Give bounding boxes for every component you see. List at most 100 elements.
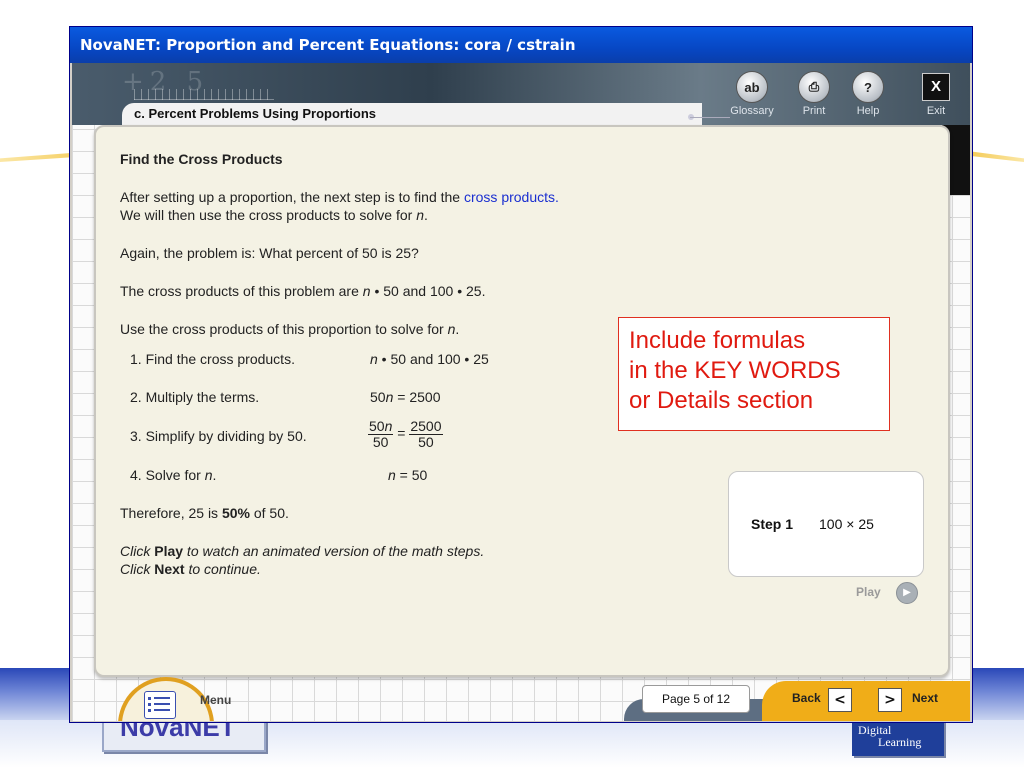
step-2-label: 2. Multiply the terms. xyxy=(130,389,260,405)
paragraph-cross-products: The cross products of this problem are n… xyxy=(120,283,485,299)
fraction-right-numerator: 2500 xyxy=(409,418,443,435)
step-1-label: 1. Find the cross products. xyxy=(130,351,295,367)
print-icon: ⎙ xyxy=(798,71,830,103)
instruction-play: Click Play to watch an animated version … xyxy=(120,543,484,559)
conclusion: Therefore, 25 is 50% of 50. xyxy=(120,505,289,521)
conclusion-answer: 50% xyxy=(221,505,250,521)
step-1-expression: n • 50 and 100 • 25 xyxy=(370,351,489,367)
cross-products-link[interactable]: cross products. xyxy=(464,189,559,205)
paragraph-use-end: . xyxy=(455,321,460,337)
header-line-decoration xyxy=(690,117,730,118)
lesson-app: +2 5 c. Percent Problems Using Proportio… xyxy=(72,63,970,721)
step-animation-panel: Step 1 100 × 25 xyxy=(728,471,924,577)
exit-label: Exit xyxy=(926,105,946,117)
step-4-label: 4. Solve for n. xyxy=(130,467,216,483)
lesson-title: c. Percent Problems Using Proportions xyxy=(134,106,376,121)
next-arrow-icon[interactable]: > xyxy=(878,688,902,712)
fraction-right: 2500 50 xyxy=(409,418,443,450)
help-icon: ? xyxy=(852,71,884,103)
menu-list-icon-bullet xyxy=(148,709,151,712)
variable-n: n xyxy=(370,351,378,367)
annotation-line-1: Include formulas xyxy=(629,327,806,354)
variable-n: n xyxy=(388,467,396,483)
variable-n: n xyxy=(416,207,425,223)
instruction-next: Click Next to continue. xyxy=(120,561,261,577)
content-heading: Find the Cross Products xyxy=(120,151,283,167)
step-panel-label: Step 1 xyxy=(751,516,794,532)
paragraph-intro-line2-end: . xyxy=(424,207,428,223)
annotation-note: Include formulas in the KEY WORDS or Det… xyxy=(618,317,890,431)
lesson-title-bar: c. Percent Problems Using Proportions xyxy=(122,103,702,125)
annotation-line-3: or Details section xyxy=(629,387,814,414)
step-3-expression: 50n 50 = 2500 50 xyxy=(368,419,443,450)
fraction-left-denominator: 50 xyxy=(372,434,389,450)
paragraph-problem: Again, the problem is: What percent of 5… xyxy=(120,245,419,261)
fraction-left-numerator-value: 50 xyxy=(369,418,385,434)
page-indicator: Page 5 of 12 xyxy=(642,685,750,713)
paragraph-use-cross-products: Use the cross products of this proportio… xyxy=(120,321,459,337)
digital-learning-logo: Digital Learning xyxy=(852,718,944,756)
lesson-content-card: Find the Cross Products After setting up… xyxy=(94,125,950,677)
step-4-expression-text: = 50 xyxy=(395,467,428,483)
menu-label[interactable]: Menu xyxy=(200,693,231,707)
print-button[interactable]: ⎙ Print xyxy=(790,71,838,117)
glossary-label: Glossary xyxy=(730,105,774,117)
step-panel-expression: 100 × 25 xyxy=(819,516,874,532)
instruction-play-keyword: Play xyxy=(154,543,184,559)
menu-list-icon[interactable] xyxy=(144,691,176,719)
conclusion-end: of 50. xyxy=(253,505,289,521)
variable-n: n xyxy=(204,467,213,483)
app-window: NovaNET: Proportion and Percent Equation… xyxy=(69,26,973,723)
digital-learning-logo-line2: Learning xyxy=(878,735,922,749)
paragraph-intro: After setting up a proportion, the next … xyxy=(120,189,559,205)
header-ruler-decoration xyxy=(134,89,274,100)
fraction-right-denominator: 50 xyxy=(418,434,434,450)
conclusion-text: Therefore, 25 is xyxy=(120,505,222,521)
exit-icon: X xyxy=(922,73,950,101)
fraction-left-numerator: 50n xyxy=(368,418,394,435)
instruction-play-a: Click xyxy=(120,543,155,559)
play-button-label[interactable]: Play xyxy=(856,585,881,599)
step-4-expression: n = 50 xyxy=(388,467,427,483)
paragraph-cross-products-expr: • 50 and 100 • 25. xyxy=(370,283,486,299)
instruction-next-keyword: Next xyxy=(154,561,185,577)
step-4-label-end: . xyxy=(212,467,217,483)
glossary-button[interactable]: ab Glossary xyxy=(724,71,780,117)
step-1-expression-text: • 50 and 100 • 25 xyxy=(377,351,489,367)
paragraph-use-text: Use the cross products of this proportio… xyxy=(120,321,448,337)
menu-list-icon-line xyxy=(154,703,170,705)
back-arrow-icon[interactable]: < xyxy=(828,688,852,712)
print-label: Print xyxy=(802,105,826,117)
step-2-expression: 50n = 2500 xyxy=(370,389,440,405)
equals-sign: = xyxy=(397,425,406,442)
paragraph-intro-line2: We will then use the cross products to s… xyxy=(120,207,428,223)
menu-list-icon-line xyxy=(154,697,170,699)
step-2-result: = 2500 xyxy=(393,389,441,405)
instruction-next-b: to continue. xyxy=(184,561,261,577)
fraction-left: 50n 50 xyxy=(368,418,394,450)
glossary-icon: ab xyxy=(736,71,768,103)
menu-list-icon-bullet xyxy=(148,703,151,706)
bottom-nav-bar: Menu Page 5 of 12 Back < > Next xyxy=(72,677,970,721)
menu-list-icon-line xyxy=(154,709,170,711)
help-label: Help xyxy=(856,105,880,117)
instruction-play-b: to watch an animated version of the math… xyxy=(183,543,485,559)
play-icon[interactable]: ▶ xyxy=(896,582,918,604)
next-label[interactable]: Next xyxy=(912,691,938,705)
paragraph-intro-text: After setting up a proportion, the next … xyxy=(120,189,464,205)
variable-n: n xyxy=(384,418,393,434)
step-2-coefficient: 50 xyxy=(370,389,386,405)
annotation-line-2: in the KEY WORDS xyxy=(629,357,841,384)
exit-button[interactable]: X Exit xyxy=(916,71,956,117)
step-3-label: 3. Simplify by dividing by 50. xyxy=(130,428,307,444)
lesson-header: +2 5 c. Percent Problems Using Proportio… xyxy=(72,63,970,125)
help-button[interactable]: ? Help xyxy=(844,71,892,117)
window-title: NovaNET: Proportion and Percent Equation… xyxy=(70,27,972,63)
paragraph-intro-line2-text: We will then use the cross products to s… xyxy=(120,207,417,223)
back-label[interactable]: Back xyxy=(792,691,821,705)
novanet-logo: NovaNET xyxy=(102,718,266,752)
paragraph-cross-products-text: The cross products of this problem are xyxy=(120,283,363,299)
instruction-next-a: Click xyxy=(120,561,155,577)
menu-list-icon-bullet xyxy=(148,697,151,700)
step-4-label-text: 4. Solve for xyxy=(130,467,205,483)
